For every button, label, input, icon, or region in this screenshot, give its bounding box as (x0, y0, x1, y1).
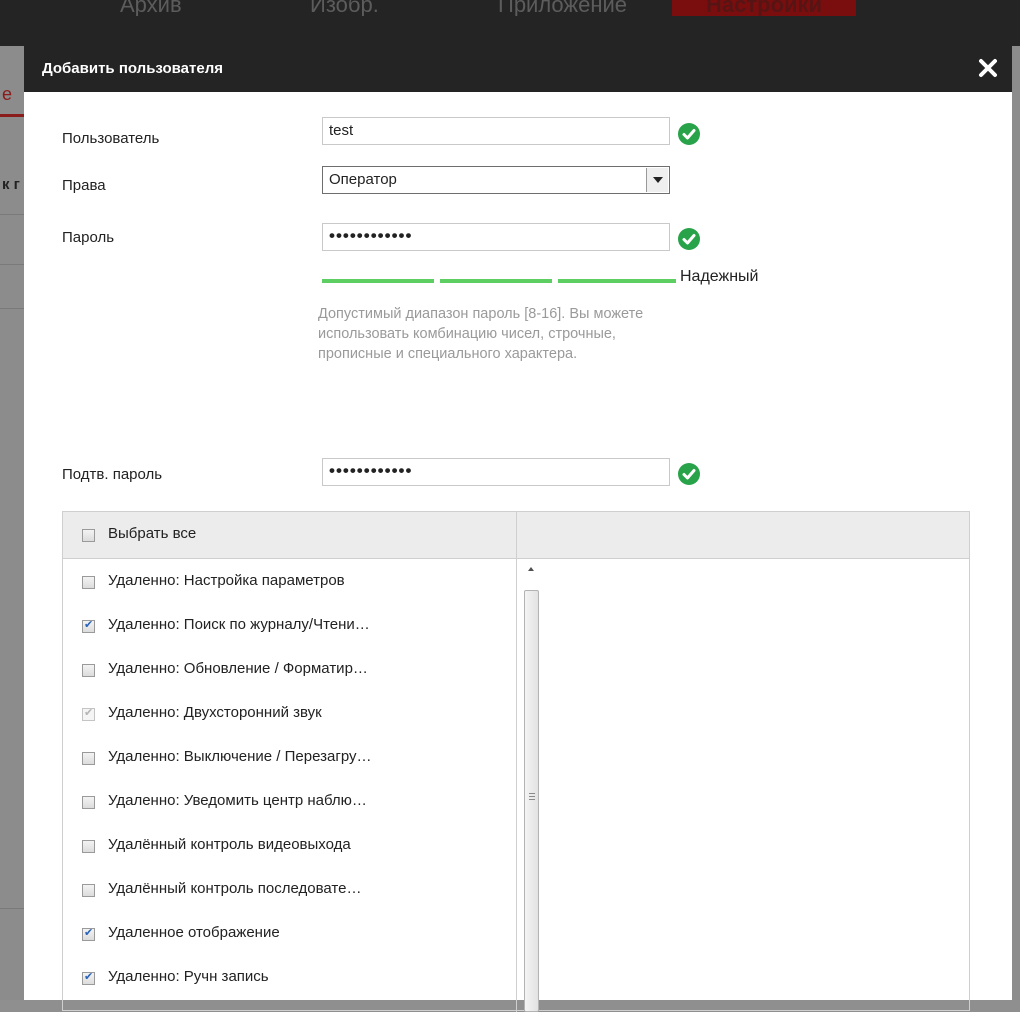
confirm-valid-check-icon (678, 463, 700, 485)
grip-line (529, 799, 535, 800)
permission-checkbox (82, 706, 95, 721)
permission-checkbox[interactable] (82, 576, 95, 589)
permission-checkbox[interactable] (82, 970, 95, 985)
permission-label: Удаленно: Выключение / Перезагру… (108, 748, 372, 765)
permission-label: Удаленно: Настройка параметров (108, 572, 345, 589)
grip-line (529, 793, 535, 794)
password-hint: Допустимый диапазон пароль [8-16]. Вы мо… (318, 306, 644, 362)
password-label: Пароль (62, 229, 115, 246)
permissions-panel: Выбрать все Удаленно: Настройка параметр… (62, 511, 970, 1012)
permission-row[interactable]: Удаленно: Ручн запись (63, 966, 513, 990)
strength-bar-segment (558, 279, 676, 283)
permission-row[interactable]: Удаленное отображение (63, 922, 513, 946)
password-valid-check-icon (678, 228, 700, 250)
permission-label: Удаленное отображение (108, 924, 280, 941)
background-divider (0, 308, 24, 309)
bg-tab-image: Изобр. (310, 0, 379, 16)
close-icon[interactable] (974, 54, 1002, 82)
password-input[interactable]: •••••••••••• (322, 223, 670, 251)
rights-select[interactable]: Оператор (322, 166, 670, 194)
add-user-dialog: Добавить пользователя Пользователь test … (24, 46, 1012, 1012)
confirm-password-label: Подтв. пароль (62, 466, 163, 483)
rights-label: Права (62, 177, 106, 194)
strength-bar-segment (440, 279, 552, 283)
permission-checkbox[interactable] (82, 884, 95, 897)
background-divider (0, 908, 24, 909)
permission-row[interactable]: Удаленно: Настройка параметров (63, 570, 513, 594)
permission-label: Удаленно: Поиск по журналу/Чтени… (108, 616, 370, 633)
strength-label: Надежный (680, 268, 759, 285)
bg-tab-settings: Настройки (672, 0, 857, 16)
permission-checkbox[interactable] (82, 664, 95, 677)
permission-row[interactable]: Удаленно: Обновление / Форматир… (63, 658, 513, 682)
permission-row[interactable]: Удалённый контроль последовате… (63, 878, 513, 902)
dialog-header: Добавить пользователя (24, 46, 1012, 92)
permission-row[interactable]: Удаленно: Двухсторонний звук (63, 702, 513, 726)
scroll-up-arrow-icon[interactable] (524, 562, 539, 576)
grip-line (529, 796, 535, 797)
background-divider (0, 264, 24, 265)
select-all-checkbox[interactable] (82, 529, 95, 542)
permissions-scrollbar[interactable] (524, 562, 539, 1012)
permission-checkbox[interactable] (82, 752, 95, 765)
permission-row[interactable]: Удаленно: Поиск по журналу/Чтени… (63, 614, 513, 638)
permission-checkbox[interactable] (82, 840, 95, 853)
background-fragment-k: к г (2, 176, 20, 193)
permission-label: Удаленно: Обновление / Форматир… (108, 660, 368, 677)
background-right-strip (1012, 46, 1020, 1000)
scrollbar-thumb[interactable] (524, 590, 539, 1012)
user-label: Пользователь (62, 130, 160, 147)
select-all-label: Выбрать все (108, 525, 197, 542)
bg-tab-application: Приложение (498, 0, 628, 16)
permission-checkbox[interactable] (82, 796, 95, 809)
strength-bar-segment (322, 279, 434, 283)
background-divider (0, 214, 24, 215)
chevron-down-icon[interactable] (646, 168, 668, 192)
permission-label: Удалённый контроль видеовыхода (108, 836, 351, 853)
permission-checkbox[interactable] (82, 618, 95, 633)
permission-row[interactable]: Удаленно: Уведомить центр наблю… (63, 790, 513, 814)
permission-label: Удалённый контроль последовате… (108, 880, 362, 897)
permission-row[interactable]: Удалённый контроль видеовыхода (63, 834, 513, 858)
user-input[interactable]: test (322, 117, 670, 145)
rights-select-value: Оператор (329, 171, 397, 188)
background-active-underline (0, 114, 24, 117)
background-fragment-e: e (2, 84, 13, 104)
permission-label: Удаленно: Двухсторонний звук (108, 704, 322, 721)
permissions-column-divider (516, 512, 517, 1012)
user-valid-check-icon (678, 123, 700, 145)
permission-checkbox[interactable] (82, 926, 95, 941)
confirm-password-input[interactable]: •••••••••••• (322, 458, 670, 486)
permission-label: Удаленно: Ручн запись (108, 968, 269, 985)
bg-tab-archive: Архив (120, 0, 182, 16)
permission-label: Удаленно: Уведомить центр наблю… (108, 792, 367, 809)
permission-row[interactable]: Удаленно: Выключение / Перезагру… (63, 746, 513, 770)
background-top-nav: Архив Изобр. Приложение Настройки (0, 0, 1020, 46)
dialog-title: Добавить пользователя (42, 60, 223, 77)
